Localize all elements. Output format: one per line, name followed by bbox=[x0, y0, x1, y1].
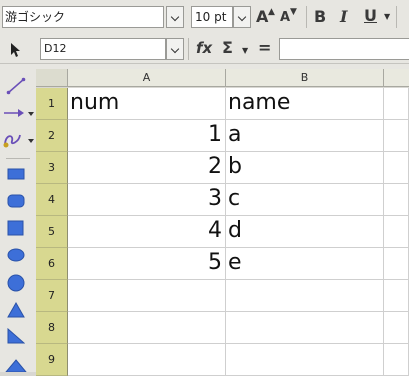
italic-button[interactable]: I bbox=[340, 9, 347, 25]
cell-c[interactable] bbox=[384, 120, 409, 152]
sum-button[interactable]: Σ bbox=[222, 40, 233, 56]
row-header[interactable]: 9 bbox=[36, 344, 68, 376]
cell-c[interactable] bbox=[384, 184, 409, 216]
cell-c[interactable] bbox=[384, 312, 409, 344]
cell-c[interactable] bbox=[384, 152, 409, 184]
cell-c[interactable] bbox=[384, 344, 409, 376]
underline-button[interactable]: U bbox=[364, 8, 377, 24]
select-all-corner[interactable] bbox=[36, 69, 68, 87]
font-name-dropdown-button[interactable] bbox=[166, 6, 184, 28]
cell-b[interactable]: e bbox=[226, 248, 384, 280]
arrow-line-tool-icon[interactable] bbox=[2, 106, 36, 120]
cell-b[interactable] bbox=[226, 280, 384, 312]
toolbar-separator bbox=[6, 158, 30, 159]
name-box-dropdown-button[interactable] bbox=[166, 38, 184, 60]
cell-b[interactable]: a bbox=[226, 120, 384, 152]
toolbar-separator bbox=[188, 38, 189, 60]
curve-tool-icon[interactable] bbox=[2, 130, 36, 150]
select-pointer-icon[interactable] bbox=[10, 42, 22, 58]
font-name-input[interactable]: 游ゴシック bbox=[2, 6, 164, 28]
cell-a[interactable]: 2 bbox=[68, 152, 226, 184]
toolbar-separator bbox=[306, 6, 307, 28]
bold-button[interactable]: B bbox=[314, 9, 326, 25]
increase-font-button[interactable]: A ▲ bbox=[254, 7, 276, 27]
triangle-tool-icon[interactable] bbox=[7, 302, 25, 318]
column-header-c[interactable] bbox=[384, 69, 409, 87]
cell-a[interactable]: num bbox=[68, 88, 226, 120]
cell-a[interactable]: 4 bbox=[68, 216, 226, 248]
cell-a[interactable]: 5 bbox=[68, 248, 226, 280]
diamond-tool-icon[interactable] bbox=[5, 358, 27, 372]
rounded-rectangle-tool-icon[interactable] bbox=[7, 194, 25, 208]
row-header[interactable]: 1 bbox=[36, 88, 68, 120]
circle-tool-icon[interactable] bbox=[7, 274, 25, 292]
square-tool-icon[interactable] bbox=[7, 220, 25, 236]
function-wizard-button[interactable]: fx bbox=[196, 41, 212, 56]
column-header-b[interactable]: B bbox=[226, 69, 384, 87]
name-box-input[interactable]: D12 bbox=[40, 38, 166, 60]
cell-a[interactable] bbox=[68, 280, 226, 312]
line-tool-icon[interactable] bbox=[6, 76, 28, 96]
font-size-input[interactable]: 10 pt bbox=[191, 6, 233, 28]
row-header[interactable]: 4 bbox=[36, 184, 68, 216]
row-header[interactable]: 2 bbox=[36, 120, 68, 152]
cell-c[interactable] bbox=[384, 216, 409, 248]
increase-font-icon: A bbox=[256, 7, 269, 26]
decrease-arrow-icon: ▼ bbox=[290, 7, 297, 17]
cell-c[interactable] bbox=[384, 280, 409, 312]
font-size-dropdown-button[interactable] bbox=[233, 6, 251, 28]
ellipse-tool-icon[interactable] bbox=[7, 248, 25, 262]
cell-c[interactable] bbox=[384, 88, 409, 120]
cell-b[interactable]: c bbox=[226, 184, 384, 216]
toolbar-separator bbox=[396, 6, 397, 28]
cell-a[interactable] bbox=[68, 312, 226, 344]
cell-b[interactable]: d bbox=[226, 216, 384, 248]
row-header[interactable]: 6 bbox=[36, 248, 68, 280]
formula-button[interactable]: = bbox=[258, 40, 271, 56]
sum-dropdown-icon[interactable]: ▼ bbox=[242, 46, 248, 55]
row-header[interactable]: 5 bbox=[36, 216, 68, 248]
increase-arrow-icon: ▲ bbox=[268, 7, 275, 17]
underline-dropdown-icon[interactable]: ▼ bbox=[384, 12, 390, 21]
cell-c[interactable] bbox=[384, 248, 409, 280]
row-header[interactable]: 8 bbox=[36, 312, 68, 344]
cell-b[interactable]: name bbox=[226, 88, 384, 120]
formula-input[interactable] bbox=[279, 38, 409, 60]
cell-b[interactable] bbox=[226, 312, 384, 344]
row-header[interactable]: 3 bbox=[36, 152, 68, 184]
cell-a[interactable]: 1 bbox=[68, 120, 226, 152]
decrease-font-icon: A bbox=[280, 10, 291, 25]
rectangle-tool-icon[interactable] bbox=[7, 168, 25, 180]
cell-a[interactable]: 3 bbox=[68, 184, 226, 216]
cell-a[interactable] bbox=[68, 344, 226, 376]
cell-b[interactable] bbox=[226, 344, 384, 376]
decrease-font-button[interactable]: A ▼ bbox=[278, 7, 300, 27]
cell-b[interactable]: b bbox=[226, 152, 384, 184]
right-triangle-tool-icon[interactable] bbox=[7, 328, 25, 344]
row-header[interactable]: 7 bbox=[36, 280, 68, 312]
column-header-a[interactable]: A bbox=[68, 69, 226, 87]
